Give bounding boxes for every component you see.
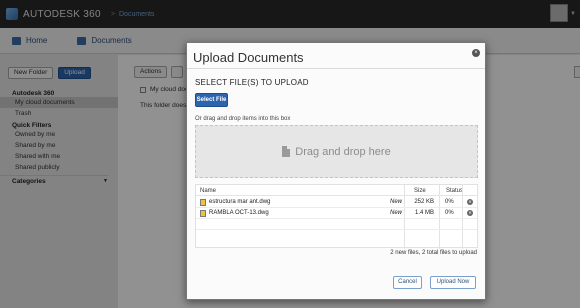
table-row: estructura mar ant.dwg New 252 KB 0% ✕ bbox=[196, 197, 477, 208]
upload-now-button[interactable]: Upload Now bbox=[430, 276, 476, 289]
drag-drop-instructions: Or drag and drop items into this box bbox=[195, 116, 291, 122]
dwg-file-icon bbox=[200, 199, 206, 206]
select-file-button[interactable]: Select File bbox=[195, 93, 228, 107]
upload-documents-dialog: Upload Documents × SELECT FILE(S) TO UPL… bbox=[186, 42, 486, 300]
table-row bbox=[196, 219, 477, 230]
remove-file-icon[interactable]: ✕ bbox=[467, 199, 473, 205]
close-icon[interactable]: × bbox=[472, 49, 480, 57]
select-files-heading: SELECT FILE(S) TO UPLOAD bbox=[195, 78, 309, 87]
dialog-title: Upload Documents bbox=[193, 50, 304, 65]
remove-file-icon[interactable]: ✕ bbox=[467, 210, 473, 216]
file-size: 1.4 MB bbox=[414, 210, 434, 216]
file-status: 0% bbox=[445, 199, 454, 205]
divider bbox=[187, 68, 485, 69]
column-name: Name bbox=[200, 188, 217, 194]
file-new-flag: New bbox=[390, 210, 403, 216]
file-name: RAMBLA OCT-13.dwg bbox=[209, 210, 269, 216]
drop-zone-label: Drag and drop here bbox=[295, 145, 391, 158]
document-icon bbox=[282, 146, 291, 157]
file-status: 0% bbox=[445, 210, 454, 216]
file-name: estructura mar ant.dwg bbox=[209, 199, 271, 205]
file-size: 252 KB bbox=[414, 199, 434, 205]
column-status: Status bbox=[446, 188, 464, 194]
dwg-file-icon bbox=[200, 210, 206, 217]
table-row: RAMBLA OCT-13.dwg New 1.4 MB 0% ✕ bbox=[196, 208, 477, 219]
file-table-header: Name Size Status bbox=[196, 185, 477, 196]
cancel-button[interactable]: Cancel bbox=[393, 276, 422, 289]
upload-summary: 2 new files, 2 total files to upload bbox=[390, 250, 477, 256]
file-table: Name Size Status estructura mar ant.dwg … bbox=[195, 184, 478, 249]
drop-zone[interactable]: Drag and drop here bbox=[195, 125, 478, 178]
column-size: Size bbox=[414, 188, 426, 194]
file-new-flag: New bbox=[390, 199, 403, 205]
